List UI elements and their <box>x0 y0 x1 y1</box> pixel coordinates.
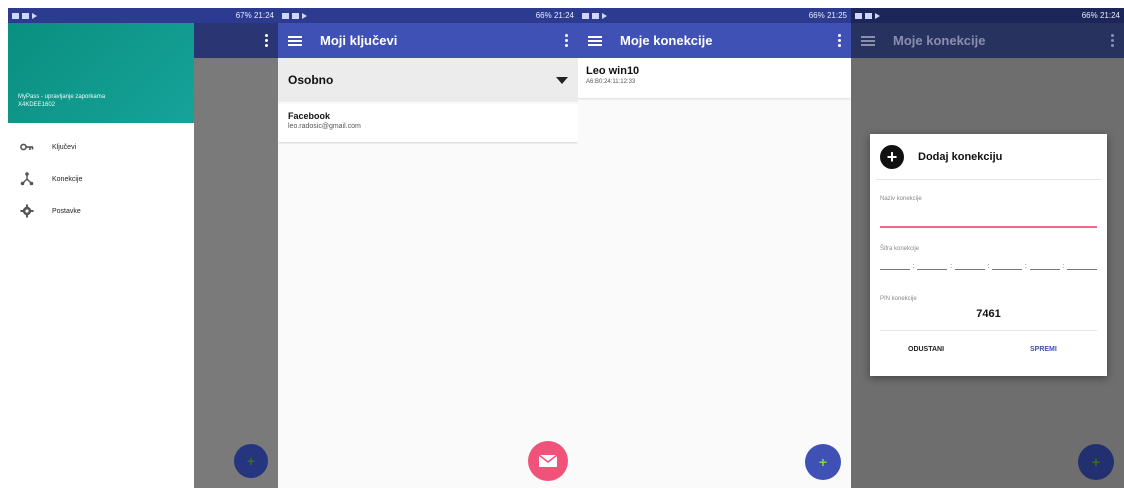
navigation-drawer: MyPass - upravljanje zaporkama X4KDEE160… <box>8 23 194 488</box>
drawer-item-kljucevi[interactable]: Ključevi <box>8 131 194 163</box>
connection-name: Leo win10 <box>586 65 640 77</box>
gallery-icon <box>592 12 599 19</box>
notification-icon <box>12 12 19 19</box>
app-bar: Moji ključevi <box>278 23 578 58</box>
add-circle-icon: + <box>880 144 904 169</box>
drawer-item-label: Konekcije <box>52 175 83 183</box>
cancel-button[interactable]: ODUSTANI <box>908 346 944 353</box>
page-title: Moje konekcije <box>620 33 713 48</box>
list-item[interactable]: Facebook leo.radosic@gmail.com <box>278 104 578 142</box>
play-icon <box>602 12 607 19</box>
plus-icon: + <box>1091 454 1101 470</box>
drawer-item-postavke[interactable]: Postavke <box>8 195 194 227</box>
hamburger-menu-icon[interactable] <box>588 35 602 46</box>
dialog-header: + Dodaj konekciju <box>876 134 1101 180</box>
page-title: Moje konekcije <box>893 33 986 48</box>
add-connection-fab-button[interactable]: + <box>805 444 841 480</box>
overflow-menu-icon <box>1111 34 1114 47</box>
app-bar: Moje konekcije <box>578 23 851 58</box>
add-connection-dialog: + Dodaj konekciju Naziv konekcije Šifra … <box>870 134 1107 376</box>
phone-dodaj-konekciju: 66% 21:24 Moje konekcije + Dodaj konekci… <box>851 8 1124 488</box>
save-button[interactable]: SPREMI <box>1030 346 1057 353</box>
connection-code-label: Šifra konekcije <box>880 246 920 252</box>
drawer-subtitle: X4KDEE1602 <box>18 102 56 108</box>
app-bar: Moje konekcije <box>851 23 1124 58</box>
drawer-item-label: Postavke <box>52 207 81 215</box>
gallery-icon <box>292 12 299 19</box>
status-time: 66% 21:24 <box>1081 11 1120 20</box>
gallery-icon <box>22 12 29 19</box>
status-bar: 66% 21:24 <box>278 8 578 23</box>
connection-name-label: Naziv konekcije <box>880 196 922 202</box>
drawer-item-label: Ključevi <box>52 143 77 151</box>
status-time: 67% 21:24 <box>235 11 274 20</box>
add-fab-button[interactable]: + <box>234 444 268 478</box>
page-title: Moji ključevi <box>320 33 398 48</box>
plus-icon: + <box>818 454 828 470</box>
overflow-menu-icon[interactable] <box>565 34 568 47</box>
screenshots-row: 67% 21:24 MyPass - upravljanje zaporkama… <box>0 0 1124 488</box>
mail-icon <box>539 455 557 467</box>
dialog-title: Dodaj konekciju <box>918 150 1003 163</box>
overflow-menu-icon[interactable] <box>838 34 841 47</box>
notification-icon <box>282 12 289 19</box>
category-dropdown[interactable]: Osobno <box>278 58 578 102</box>
drawer-item-konekcije[interactable]: Konekcije <box>8 163 194 195</box>
gear-icon <box>20 204 34 218</box>
connection-name-underline <box>880 226 1097 228</box>
pin-value: 7461 <box>976 308 1001 320</box>
phone-navigation-drawer: 67% 21:24 MyPass - upravljanje zaporkama… <box>8 8 278 488</box>
phone-moji-kljucevi: 66% 21:24 Moji ključevi Osobno Facebook … <box>278 8 578 488</box>
status-time: 66% 21:25 <box>808 11 847 20</box>
drawer-header: MyPass - upravljanje zaporkama X4KDEE160… <box>8 23 194 123</box>
code-segment[interactable] <box>1029 262 1060 270</box>
notification-icon <box>855 12 862 19</box>
code-segment[interactable] <box>917 262 948 270</box>
hamburger-menu-icon[interactable] <box>288 35 302 46</box>
add-connection-fab-button: + <box>1078 444 1114 480</box>
plus-icon: + <box>246 453 256 469</box>
connection-name-input[interactable] <box>880 206 1097 226</box>
code-segment[interactable] <box>992 262 1023 270</box>
play-icon <box>875 12 880 19</box>
phone-moje-konekcije: 66% 21:25 Moje konekcije Leo win10 A6:B0… <box>578 8 851 488</box>
status-bar: 66% 21:24 <box>851 8 1124 23</box>
status-time: 66% 21:24 <box>535 11 574 20</box>
pin-label: PIN konekcije <box>880 296 917 302</box>
status-bar: 67% 21:24 <box>8 8 278 23</box>
play-icon <box>32 12 37 19</box>
code-segment[interactable] <box>1066 262 1097 270</box>
hamburger-menu-icon <box>861 35 875 46</box>
code-segment[interactable] <box>880 262 910 270</box>
notification-icon <box>582 12 589 19</box>
overflow-menu-icon[interactable] <box>265 34 268 47</box>
mail-fab-button[interactable] <box>528 441 568 481</box>
play-icon <box>302 12 307 19</box>
app-bar <box>194 23 278 58</box>
dropdown-value: Osobno <box>288 73 334 87</box>
dialog-divider <box>880 330 1097 331</box>
code-segment[interactable] <box>954 262 985 270</box>
drawer-title: MyPass - upravljanje zaporkama <box>18 94 106 100</box>
connection-address: A6:B0:24:11:12:33 <box>586 79 636 85</box>
list-item[interactable]: Leo win10 A6:B0:24:11:12:33 <box>578 58 851 98</box>
gallery-icon <box>865 12 872 19</box>
status-bar: 66% 21:25 <box>578 8 851 23</box>
entry-title: Facebook <box>288 111 331 121</box>
dropdown-arrow-icon <box>556 76 568 84</box>
share-nodes-icon <box>20 172 34 186</box>
connection-code-input[interactable]: : : : : : <box>880 262 1097 270</box>
key-icon <box>20 143 34 151</box>
entry-subtitle: leo.radosic@gmail.com <box>288 123 361 130</box>
